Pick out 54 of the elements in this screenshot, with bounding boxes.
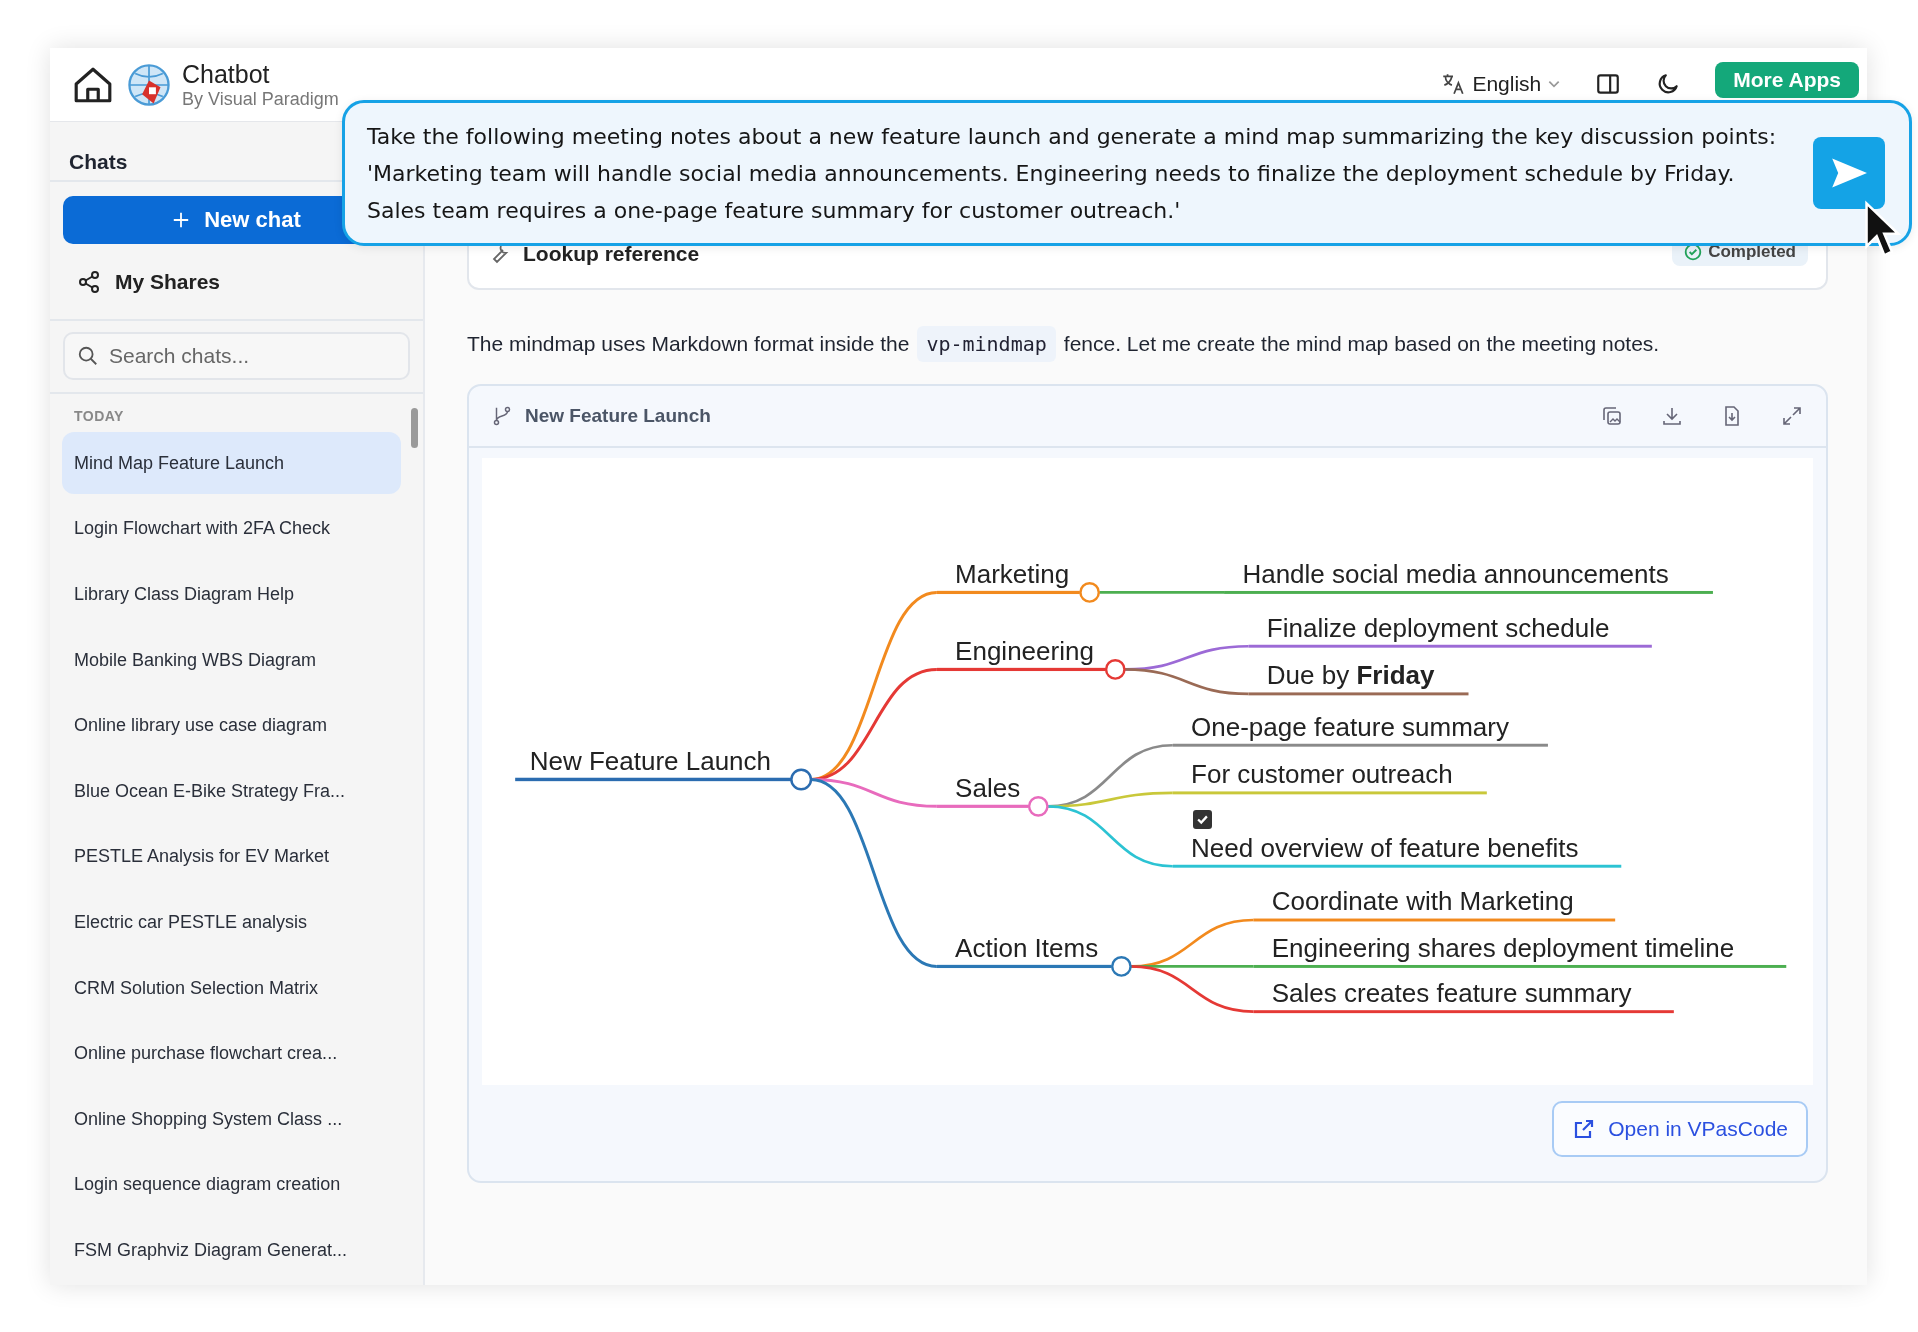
mind-map-title: New Feature Launch — [525, 405, 711, 427]
chat-item[interactable]: Mobile Banking WBS Diagram — [62, 629, 401, 692]
node-label: Finalize deployment schedule — [1266, 612, 1610, 643]
language-selector[interactable]: English — [1436, 71, 1566, 97]
node-label: Handle social media announcements — [1242, 558, 1669, 589]
chat-item[interactable]: Online library use case diagram — [62, 694, 401, 757]
chat-item[interactable]: Mind Map Feature Launch — [62, 432, 401, 495]
node-label: Sales creates feature summary — [1271, 978, 1632, 1009]
chat-item[interactable]: PESTLE Analysis for EV Market — [62, 825, 401, 888]
node-circle — [1027, 795, 1049, 817]
node-circle — [1104, 659, 1126, 680]
node-label: Sales — [955, 772, 1021, 803]
node-label: Engineering — [955, 635, 1094, 666]
app-subtitle: By Visual Paradigm — [182, 88, 339, 110]
app-title: Chatbot — [182, 59, 271, 89]
chat-item[interactable]: Electric car PESTLE analysis — [62, 891, 401, 954]
search-field[interactable]: Search chats... — [63, 332, 410, 381]
node-label: Need overview of feature benefits — [1191, 832, 1579, 863]
open-in-vpascode-button[interactable]: Open in VPasCode — [1552, 1101, 1808, 1157]
chat-item[interactable]: Login sequence diagram creation — [62, 1153, 401, 1216]
node-label: New Feature Launch — [529, 745, 772, 776]
globe-logo-icon — [126, 61, 172, 108]
share-icon — [77, 270, 101, 295]
node-circle — [1111, 956, 1132, 977]
chat-item[interactable]: Online purchase flowchart crea... — [62, 1022, 401, 1085]
node-label: One-page feature summary — [1191, 711, 1509, 742]
node-label: For customer outreach — [1191, 759, 1453, 790]
branch-icon — [491, 405, 513, 427]
chat-item[interactable]: FSM Graphviz Diagram Generat... — [62, 1219, 401, 1282]
message-text: fence. Let me create the mind map based on the meeting notes. — [1063, 331, 1660, 357]
node-label: Engineering shares deployment timeline — [1271, 932, 1735, 963]
send-button[interactable] — [1813, 137, 1885, 209]
plus-icon — [172, 211, 191, 230]
panel-toggle-icon[interactable] — [1595, 71, 1622, 97]
inline-code: vp-mindmap — [917, 326, 1056, 362]
section-label: TODAY — [73, 407, 125, 427]
node-label: Action Items — [955, 932, 1099, 963]
node-label: Coordinate with Marketing — [1271, 886, 1574, 917]
checkbox[interactable] — [1193, 809, 1213, 829]
chat-item[interactable]: Login Flowchart with 2FA Check — [62, 497, 401, 560]
chat-item[interactable]: Online Shopping System Class ... — [62, 1088, 401, 1151]
node-label: Marketing — [955, 558, 1070, 589]
chat-item[interactable]: Library Class Diagram Help — [62, 563, 401, 626]
tool-call-label: Lookup reference — [523, 242, 700, 266]
copy-image-icon[interactable] — [1600, 404, 1624, 428]
my-shares-link[interactable]: My Shares — [63, 262, 410, 303]
chat-item[interactable]: Blue Ocean E-Bike Strategy Fra... — [62, 760, 401, 823]
node-label: Due by Friday — [1266, 660, 1435, 691]
node-circle — [790, 768, 813, 791]
chat-item[interactable]: CRM Solution Selection Matrix — [62, 957, 401, 1020]
message-text: The mindmap uses Markdown format inside the — [467, 331, 910, 357]
node-circle — [1079, 582, 1100, 603]
search-icon — [77, 345, 99, 368]
expand-icon[interactable] — [1780, 404, 1804, 428]
